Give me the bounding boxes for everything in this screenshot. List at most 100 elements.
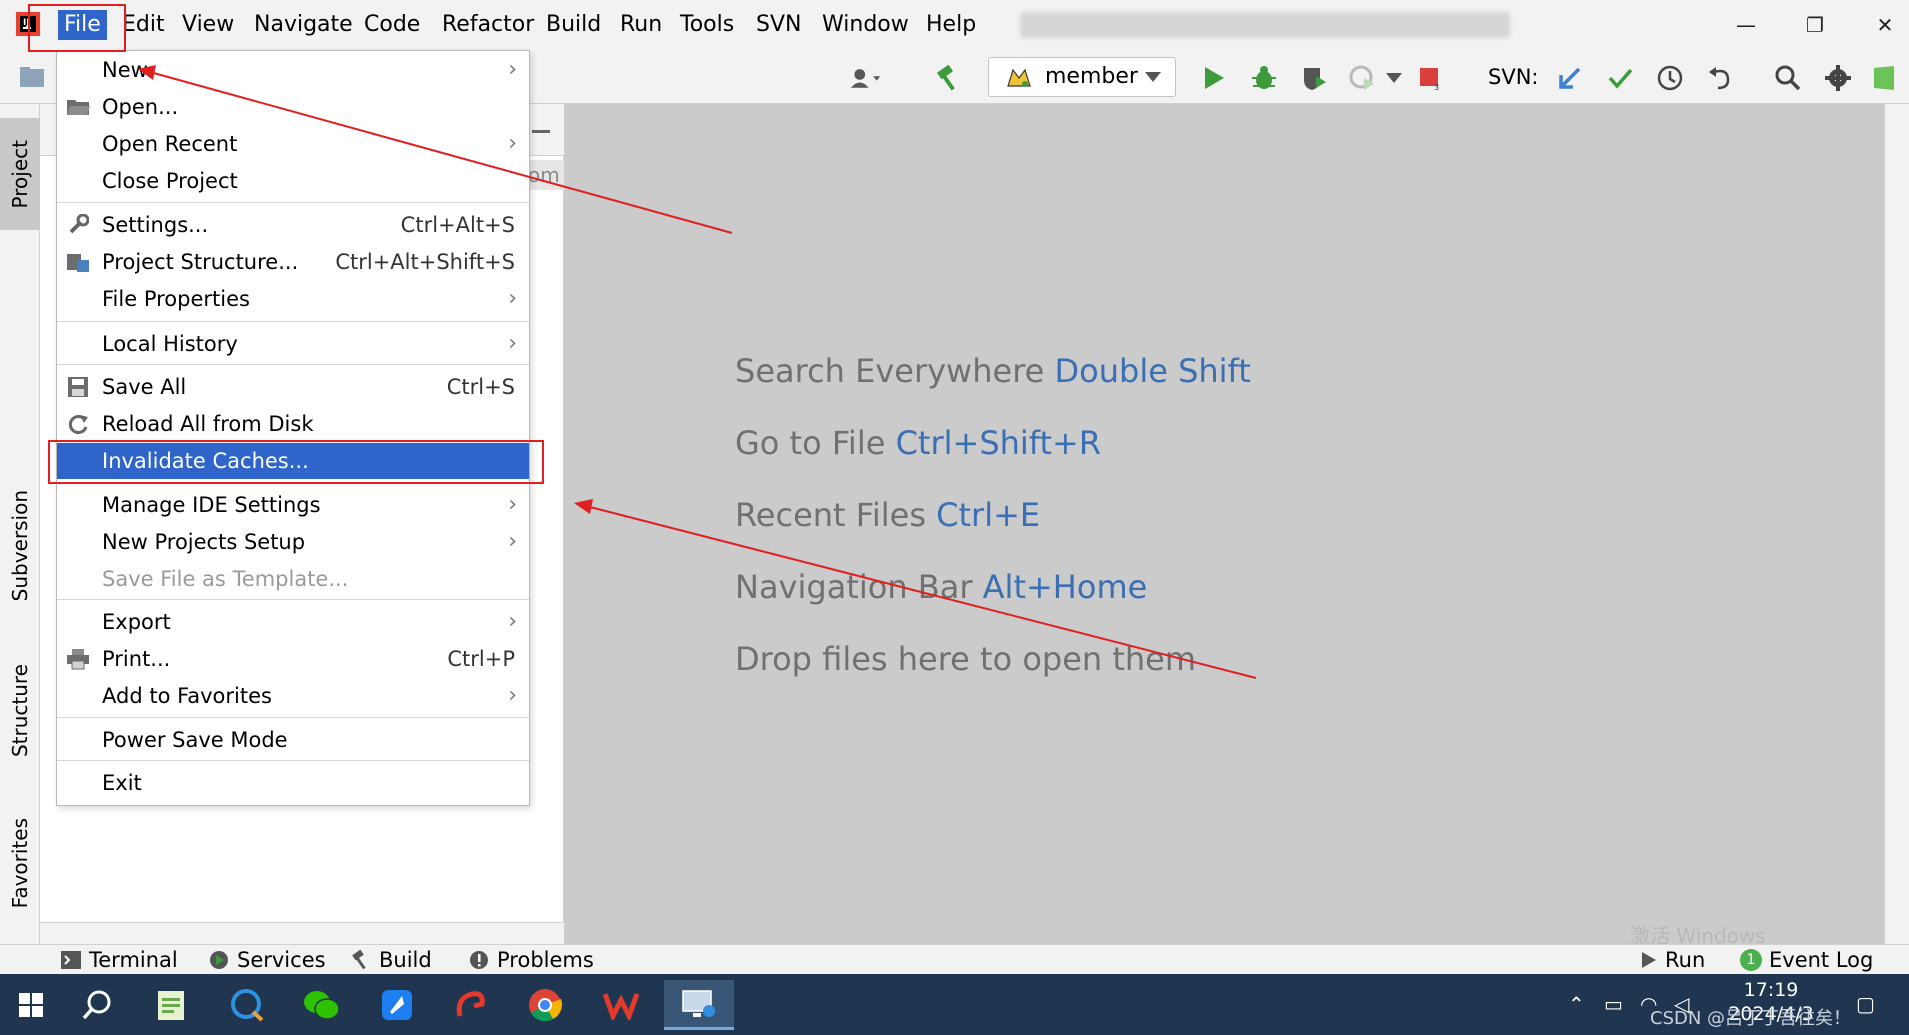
svn-commit-icon[interactable] [1604,62,1636,94]
problems-tab[interactable]: Problems [468,947,594,973]
menu-open[interactable]: Open... [57,89,529,125]
menu-item-label: Save All [102,375,187,399]
restore-button[interactable]: ❐ [1795,8,1835,42]
project-folder-icon[interactable] [16,62,48,94]
menu-manage-ide-settings[interactable]: Manage IDE Settings › [57,487,529,523]
chevron-down-icon [1145,72,1161,82]
run-tab[interactable]: Run [1640,947,1705,973]
run-icon[interactable] [1198,62,1230,94]
taskbar-chat-app[interactable] [216,980,278,1030]
profiler-icon[interactable] [1346,62,1378,94]
tomcat-icon [1007,68,1031,87]
menu-reload-all[interactable]: Reload All from Disk [57,406,529,442]
event-log-tab[interactable]: 1 Event Log [1740,947,1873,973]
clock-time: 17:19 [1743,979,1799,1001]
menu-new[interactable]: New › [57,52,529,88]
search-icon[interactable] [1772,62,1804,94]
wrench-icon [65,213,91,237]
debug-icon[interactable] [1248,62,1280,94]
menu-file-properties[interactable]: File Properties › [57,281,529,317]
menu-build[interactable]: Build [540,10,607,40]
structure-tool-tab[interactable]: Structure [0,646,40,776]
history-clock-icon[interactable] [1654,62,1686,94]
editor-empty-area[interactable]: Search Everywhere Double Shift Go to Fil… [564,104,1884,944]
notepad-app-icon [158,991,184,1020]
wechat-icon [304,991,340,1020]
settings-gear-icon[interactable] [1822,62,1854,94]
services-tab[interactable]: Services [208,947,326,973]
taskbar-wechat-app[interactable] [290,980,352,1030]
file-menu-dropdown: New › Open... Open Recent › Close Projec… [56,50,530,806]
tray-expand-icon[interactable]: ⌃ [1568,992,1585,1016]
svn-label: SVN: [1488,65,1539,89]
menu-open-recent[interactable]: Open Recent › [57,126,529,162]
services-icon [210,951,228,969]
user-dropdown-icon[interactable] [850,62,882,94]
ide-update-icon[interactable] [1868,62,1900,94]
tray-notification-icon[interactable]: ▢ [1856,992,1875,1016]
window-title-blurred [1020,12,1510,38]
menu-close-project[interactable]: Close Project [57,163,529,199]
hint-drop-files: Drop files here to open them [735,640,1197,678]
tray-battery-icon[interactable]: ▭ [1604,992,1623,1016]
menu-save-all[interactable]: Save All Ctrl+S [57,369,529,405]
menu-project-structure[interactable]: Project Structure... Ctrl+Alt+Shift+S [57,244,529,280]
menu-separator [57,202,529,203]
menu-separator [57,364,529,365]
menu-power-save-mode[interactable]: Power Save Mode [57,722,529,758]
more-run-chevron-icon[interactable] [1378,62,1410,94]
project-panel-footer [40,922,564,944]
stop-icon[interactable]: 3 [1414,62,1446,94]
menu-window[interactable]: Window [816,10,915,40]
taskbar-red-app[interactable] [440,980,502,1030]
menu-view[interactable]: View [176,10,240,40]
minimize-button[interactable]: — [1726,8,1766,42]
close-window-button[interactable]: ✕ [1865,8,1905,42]
taskbar-wps-app[interactable] [590,980,652,1030]
menu-add-to-favorites[interactable]: Add to Favorites › [57,678,529,714]
taskbar-chrome-app[interactable] [514,980,576,1030]
hide-panel-icon[interactable] [532,130,550,133]
taskbar-notepad-app[interactable] [140,980,202,1030]
menu-separator [57,599,529,600]
menu-svn[interactable]: SVN [750,10,807,40]
terminal-tab[interactable]: Terminal [60,947,178,973]
taskbar-search-button[interactable] [66,980,128,1030]
hint-navigation-bar: Navigation Bar Alt+Home [735,568,1148,606]
project-tool-tab[interactable]: Project [0,118,40,230]
menu-tools[interactable]: Tools [674,10,740,40]
menu-print[interactable]: Print... Ctrl+P [57,641,529,677]
menu-new-projects-setup[interactable]: New Projects Setup › [57,524,529,560]
windows-logo-icon [19,993,43,1017]
build-tab[interactable]: Build [350,947,432,973]
run-config-label: member [1045,64,1138,89]
menu-item-shortcut: Ctrl+Alt+Shift+S [335,250,515,274]
coverage-icon[interactable] [1298,62,1330,94]
save-disk-icon [65,375,91,399]
windows-start-button[interactable] [0,980,62,1030]
submenu-arrow-icon: › [508,131,517,156]
rollback-icon[interactable] [1704,62,1736,94]
run-configuration-selector[interactable]: member [988,57,1176,97]
menu-settings[interactable]: Settings... Ctrl+Alt+S [57,207,529,243]
menu-local-history[interactable]: Local History › [57,326,529,362]
subversion-tool-tab[interactable]: Subversion [0,470,40,622]
menu-exit[interactable]: Exit [57,765,529,801]
submenu-arrow-icon: › [508,57,517,82]
windows-taskbar: ⌃ ▭ ◠ ◁ 17:19 2024/4/3 CSDN @吕丁丁吾往矣！ ▢ [0,974,1909,1035]
menu-refactor[interactable]: Refactor [436,10,540,40]
taskbar-feishu-app[interactable] [366,980,428,1030]
build-label: Build [379,948,432,972]
red-swirl-app-icon [456,991,485,1017]
menu-run[interactable]: Run [614,10,668,40]
taskbar-active-remote-app[interactable] [664,980,734,1030]
svn-update-icon[interactable] [1554,62,1586,94]
menu-code[interactable]: Code [358,10,426,40]
menu-item-shortcut: Ctrl+Alt+S [400,213,515,237]
build-hammer-icon[interactable] [932,62,964,94]
favorites-tool-tab[interactable]: Favorites [0,798,40,928]
menu-help[interactable]: Help [920,10,982,40]
chrome-icon [529,989,563,1022]
menu-export[interactable]: Export › [57,604,529,640]
menu-navigate[interactable]: Navigate [248,10,359,40]
